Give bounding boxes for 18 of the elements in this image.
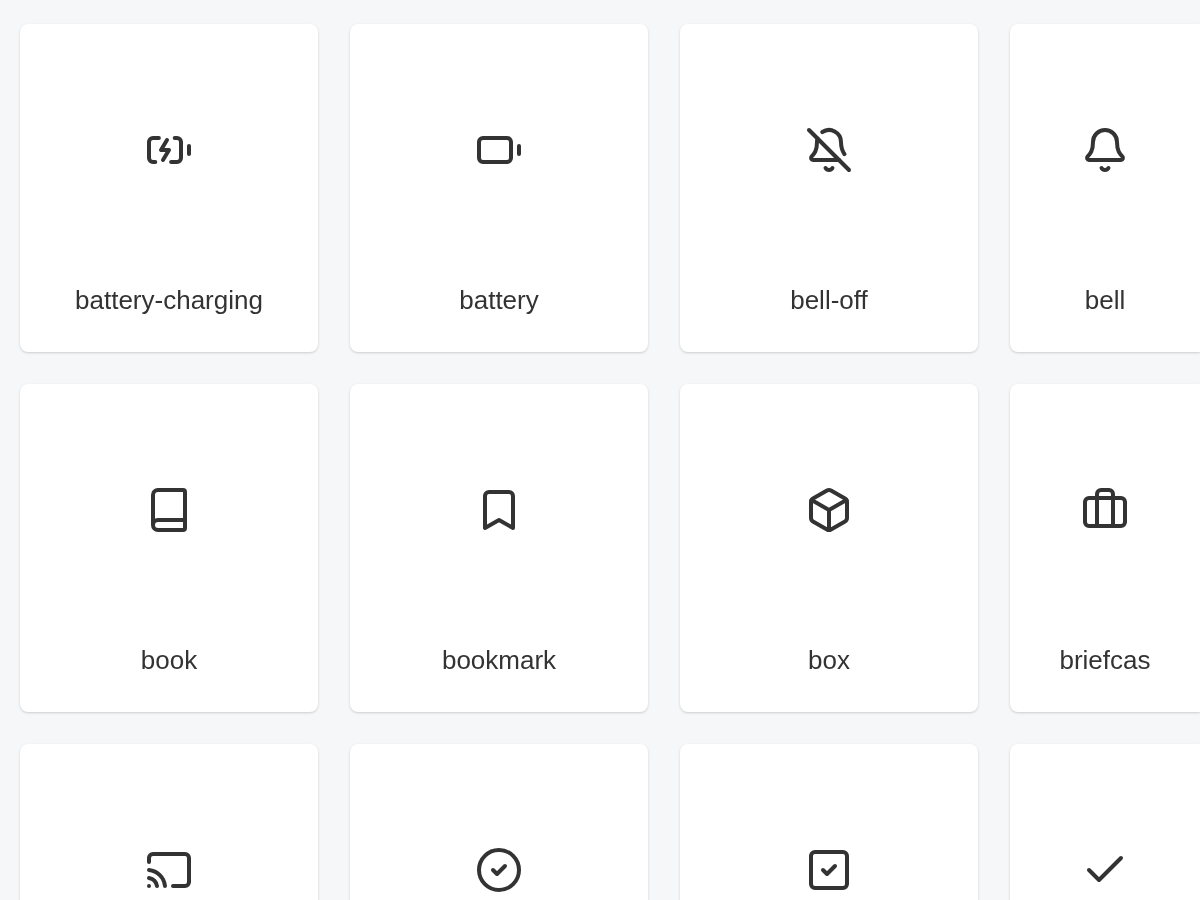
- icon-label: briefcas: [1059, 645, 1151, 675]
- icon-card[interactable]: battery: [350, 24, 648, 352]
- icon-label: bookmark: [441, 645, 557, 675]
- bell-off-icon: [805, 126, 853, 174]
- icon-card[interactable]: bell: [1010, 24, 1200, 352]
- icon-card[interactable]: bookmark: [350, 384, 648, 712]
- icon-card[interactable]: book: [20, 384, 318, 712]
- icon-label: battery-charging: [75, 285, 263, 315]
- icon-card[interactable]: bell-off: [680, 24, 978, 352]
- icon-label: battery: [459, 285, 539, 315]
- icon-label: box: [808, 645, 850, 675]
- icon-label: bell-off: [790, 285, 868, 315]
- icon-label: book: [140, 645, 198, 675]
- icon-card[interactable]: briefcas: [1010, 384, 1200, 712]
- icon-card[interactable]: box: [680, 384, 978, 712]
- check-circle-icon: [475, 846, 523, 894]
- icon-card[interactable]: battery-charging: [20, 24, 318, 352]
- icon-label: bell: [1084, 285, 1126, 315]
